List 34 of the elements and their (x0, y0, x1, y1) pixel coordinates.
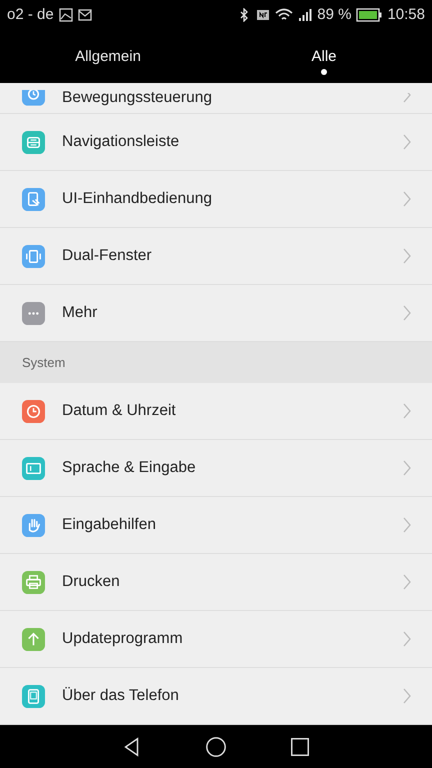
carrier-text: o2 - de (7, 6, 54, 24)
chevron-icon (402, 460, 412, 476)
section-header: System (22, 355, 66, 370)
wifi-icon (275, 8, 294, 22)
chevron-icon (402, 134, 412, 150)
settings-row[interactable]: UI-Einhandbedienung (0, 171, 432, 228)
chevron-icon (402, 631, 412, 648)
chevron-icon (402, 93, 412, 104)
chevron-icon (402, 574, 412, 590)
home-icon[interactable] (205, 736, 227, 758)
chevron-icon (402, 403, 412, 420)
settings-row[interactable]: Updateprogramm (0, 611, 432, 668)
tab[interactable]: Alle (216, 29, 432, 84)
nfc-icon (256, 8, 270, 22)
settings-row[interactable]: Navigationsleiste (0, 114, 432, 172)
chevron-icon (402, 305, 412, 322)
settings-row[interactable]: Eingabehilfen (0, 497, 432, 554)
clock-time: 10:58 (387, 6, 425, 24)
battery-percent: 89 % (317, 6, 352, 24)
battery-icon (356, 8, 382, 22)
settings-row[interactable]: Bewegungssteuerung (0, 83, 432, 114)
chevron-icon (402, 517, 412, 534)
recent-apps-icon[interactable] (289, 736, 311, 758)
chevron-icon (402, 248, 412, 264)
chevron-icon (402, 191, 412, 208)
image-icon (58, 8, 73, 22)
settings-row[interactable]: Dual-Fenster (0, 228, 432, 286)
mail-icon (78, 8, 92, 22)
signal-icon (298, 8, 312, 22)
settings-row[interactable]: Datum & Uhrzeit (0, 383, 432, 440)
chevron-icon (402, 688, 412, 704)
tab[interactable]: Allgemein (0, 29, 216, 84)
settings-row[interactable]: Drucken (0, 554, 432, 612)
settings-row[interactable]: Sprache & Eingabe (0, 440, 432, 498)
